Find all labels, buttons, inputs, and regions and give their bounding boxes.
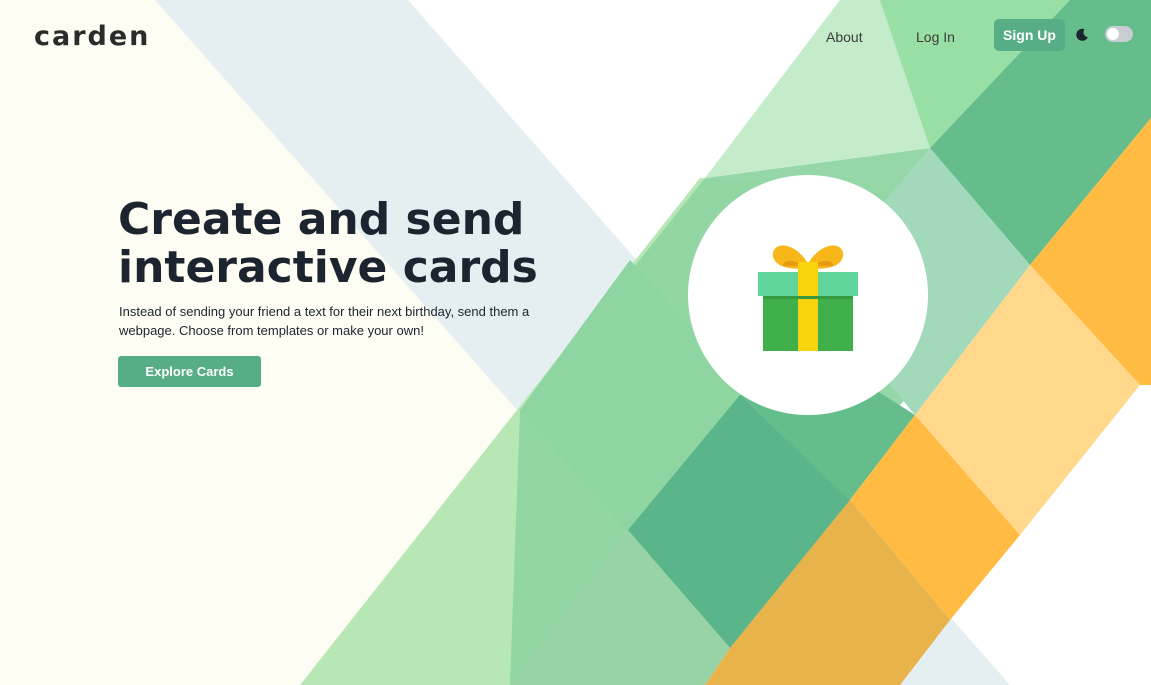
gift-lid-shadow: [763, 296, 853, 299]
gift-ribbon: [798, 262, 818, 351]
background-graphic: [0, 0, 1151, 685]
gift-icon: [758, 245, 858, 351]
dark-mode-toggle[interactable]: [1105, 26, 1133, 42]
hero-title: Create and send interactive cards: [118, 196, 598, 292]
moon-icon: [1076, 28, 1088, 41]
nav-about-link[interactable]: About: [826, 28, 863, 46]
explore-cards-button[interactable]: Explore Cards: [118, 356, 261, 387]
hero-subtitle: Instead of sending your friend a text fo…: [119, 304, 530, 338]
brand-logo[interactable]: carden: [34, 20, 150, 54]
hero-title-line-1: Create and send: [118, 194, 525, 245]
hero-title-line-2: interactive cards: [118, 242, 538, 293]
toggle-knob: [1107, 28, 1119, 40]
signup-button[interactable]: Sign Up: [994, 19, 1065, 51]
moon-shape: [1076, 28, 1088, 41]
nav-login-link[interactable]: Log In: [916, 28, 955, 46]
landing-page: carden About Log In Sign Up Create and s…: [0, 0, 1151, 685]
